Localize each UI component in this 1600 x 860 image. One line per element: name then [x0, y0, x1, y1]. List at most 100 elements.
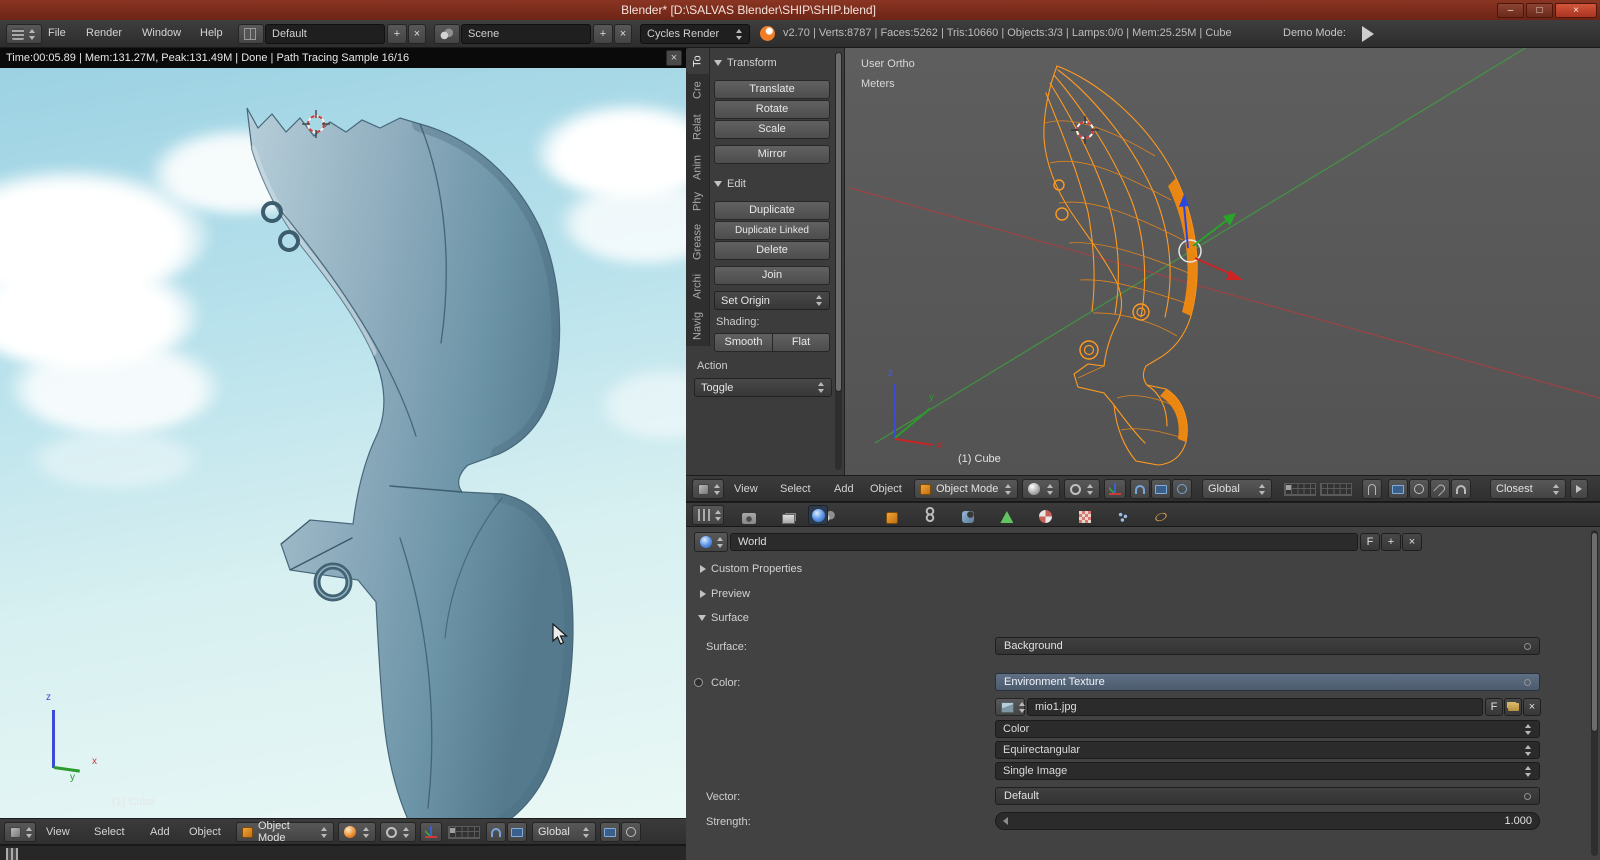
layout-delete-button[interactable]: × [408, 24, 426, 44]
tab-navigation[interactable]: Navig [686, 306, 710, 346]
tab-physics[interactable]: Phy [686, 186, 710, 218]
world-browse-button[interactable] [694, 532, 728, 552]
menu-add[interactable]: Add [150, 826, 170, 838]
snap-toggle[interactable] [1130, 479, 1150, 499]
minimize-button[interactable]: – [1497, 2, 1524, 18]
panel-preview[interactable]: Preview [700, 588, 750, 600]
mode-select[interactable]: Object Mode [914, 479, 1018, 499]
panel-transform-header[interactable]: Transform [714, 57, 777, 69]
duplicate-linked-button[interactable]: Duplicate Linked [714, 221, 830, 240]
engine-select[interactable]: Cycles Render [640, 24, 750, 44]
menu-help[interactable]: Help [200, 27, 223, 39]
operator-toggle-select[interactable]: Toggle [694, 378, 832, 397]
render-tab-icon[interactable] [742, 513, 756, 524]
join-button[interactable]: Join [714, 266, 830, 285]
scene-browse-button[interactable] [434, 24, 460, 44]
lock-button[interactable] [1362, 479, 1382, 499]
translate-button[interactable]: Translate [714, 80, 830, 99]
layout-add-button[interactable]: + [387, 24, 407, 44]
layers-grid[interactable] [1284, 483, 1316, 496]
render-layers-tab-icon[interactable] [782, 514, 796, 524]
flat-button[interactable]: Flat [772, 333, 830, 352]
menu-file[interactable]: File [48, 27, 66, 39]
snap-target-select[interactable]: Closest [1490, 479, 1566, 499]
layout-name-field[interactable]: Default [265, 24, 385, 44]
menu-select[interactable]: Select [94, 826, 125, 838]
render-viewport[interactable]: Time:00:05.89 | Mem:131.27M, Peak:131.49… [0, 48, 686, 818]
editor-type-button[interactable] [692, 479, 724, 499]
snap-mode-button[interactable] [1451, 479, 1471, 499]
menu-view[interactable]: View [46, 826, 70, 838]
material-tab-icon[interactable] [1039, 510, 1053, 523]
viewport-3d[interactable]: User Ortho Meters z y x (1) Cube [845, 48, 1600, 475]
pivot-select[interactable] [380, 822, 416, 842]
snap-element-button[interactable] [507, 822, 527, 842]
menu-view[interactable]: View [734, 483, 758, 495]
vector-value-button[interactable]: Default [995, 787, 1540, 805]
set-origin-select[interactable]: Set Origin [714, 291, 830, 310]
scene-name-field[interactable]: Scene [461, 24, 591, 44]
panel-surface[interactable]: Surface [698, 612, 749, 624]
image-unlink-button[interactable]: × [1523, 698, 1541, 716]
properties-scrollbar[interactable] [1591, 530, 1598, 856]
world-fake-user-button[interactable]: F [1360, 533, 1380, 551]
header-scroll-button[interactable] [1570, 479, 1588, 499]
menu-select[interactable]: Select [780, 483, 811, 495]
tab-archimesh[interactable]: Archi [686, 266, 710, 306]
orientation-select[interactable]: Global [532, 822, 596, 842]
render-preview-button[interactable] [600, 822, 620, 842]
projection-select[interactable]: Equirectangular [995, 741, 1540, 759]
delete-button[interactable]: Delete [714, 241, 830, 260]
scale-button[interactable]: Scale [714, 120, 830, 139]
smooth-button[interactable]: Smooth [714, 333, 773, 352]
menu-window[interactable]: Window [142, 27, 181, 39]
physics-tab-icon[interactable] [1153, 511, 1168, 523]
viewport-shading-select[interactable] [1022, 479, 1060, 499]
mirror-button[interactable]: Mirror [714, 145, 830, 164]
scene-add-button[interactable]: + [593, 24, 613, 44]
properties-editor-icon[interactable] [6, 848, 18, 860]
surface-value-button[interactable]: Background [995, 637, 1540, 655]
modifiers-tab-icon[interactable] [962, 511, 975, 523]
tab-grease[interactable]: Grease [686, 218, 710, 266]
tab-tools[interactable]: To [686, 48, 710, 74]
editor-type-button[interactable] [4, 822, 36, 842]
texture-tab-icon[interactable] [1078, 511, 1091, 523]
world-add-button[interactable]: + [1381, 533, 1401, 551]
maximize-button[interactable]: □ [1526, 2, 1553, 18]
constraints-tab-icon[interactable] [924, 507, 937, 522]
world-unlink-button[interactable]: × [1402, 533, 1422, 551]
mode-select[interactable]: Object Mode [236, 820, 334, 844]
pivot-select[interactable] [1064, 479, 1100, 499]
duplicate-button[interactable]: Duplicate [714, 201, 830, 220]
tab-relations[interactable]: Relat [686, 106, 710, 148]
scene-delete-button[interactable]: × [614, 24, 632, 44]
source-select[interactable]: Single Image [995, 762, 1540, 780]
orientation-select[interactable]: Global [1202, 479, 1272, 499]
color-value-button[interactable]: Environment Texture [995, 673, 1540, 691]
demo-play-button[interactable] [1362, 26, 1374, 42]
render-preview-button[interactable] [1388, 479, 1408, 499]
proportional-edit-button[interactable] [1430, 479, 1450, 499]
manipulator-toggle[interactable] [420, 822, 442, 842]
color-socket-icon[interactable] [694, 678, 703, 687]
menu-render[interactable]: Render [86, 27, 122, 39]
data-tab-icon[interactable] [1000, 511, 1014, 523]
render-close-button[interactable]: × [666, 50, 682, 66]
manipulator-toggle[interactable] [1104, 479, 1126, 499]
render-opengl-button[interactable] [621, 822, 641, 842]
image-name-field[interactable]: mio1.jpg [1027, 698, 1483, 716]
color-space-select[interactable]: Color [995, 720, 1540, 738]
world-tab-active[interactable] [808, 505, 828, 525]
world-name-field[interactable]: World [730, 533, 1358, 551]
viewport-shading-select[interactable] [338, 822, 376, 842]
snap-element-button[interactable] [1151, 479, 1171, 499]
panel-custom-properties[interactable]: Custom Properties [700, 563, 802, 575]
rotate-button[interactable]: Rotate [714, 100, 830, 119]
tab-create[interactable]: Cre [686, 74, 710, 106]
editor-type-button[interactable] [692, 505, 724, 525]
editor-type-button[interactable] [6, 24, 42, 44]
snap-peel-button[interactable] [1172, 479, 1192, 499]
object-tab-icon[interactable] [886, 512, 899, 524]
menu-object[interactable]: Object [870, 483, 902, 495]
